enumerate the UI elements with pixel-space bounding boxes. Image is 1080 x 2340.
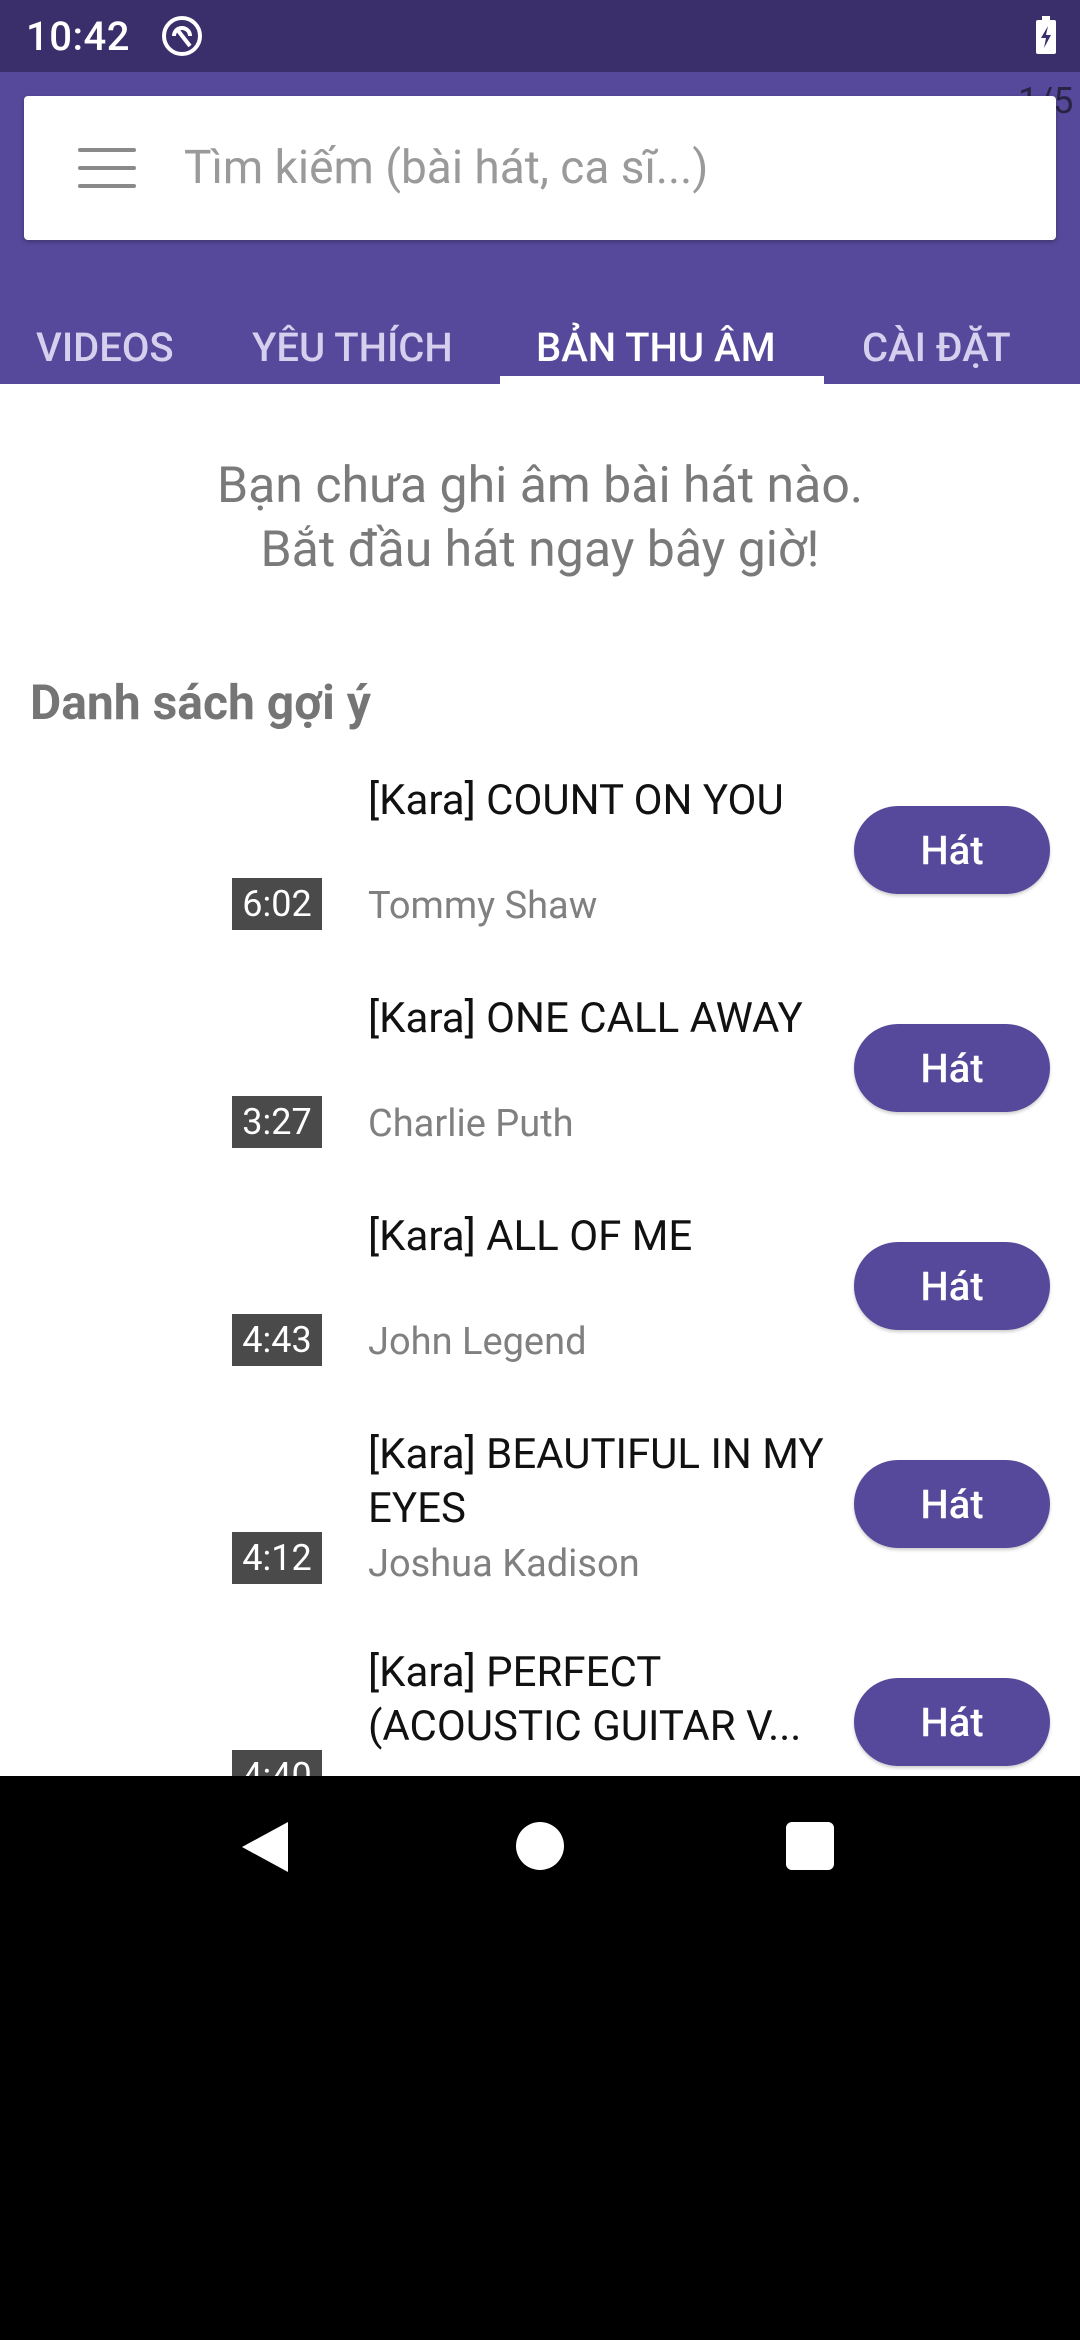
sing-button[interactable]: Hát [854, 1678, 1050, 1766]
song-title: [Kara] COUNT ON YOU [368, 776, 784, 825]
list-item[interactable]: 4:40 [Kara] PERFECT (ACOUSTIC GUITAR V..… [0, 1646, 1080, 1776]
status-time: 10:42 [26, 12, 130, 60]
empty-state-message: Bạn chưa ghi âm bài hát nào. Bắt đầu hát… [0, 454, 1080, 582]
suggestions-title: Danh sách gợi ý [30, 674, 371, 731]
list-item[interactable]: 4:12 [Kara] BEAUTIFUL IN MY EYES Joshua … [0, 1428, 1080, 1646]
list-item[interactable]: 3:27 [Kara] ONE CALL AWAY Charlie Puth H… [0, 992, 1080, 1210]
song-title: [Kara] ONE CALL AWAY [368, 994, 803, 1043]
song-title: [Kara] PERFECT (ACOUSTIC GUITAR V... [368, 1648, 802, 1751]
app-bar: 1/5 VIDEOS YÊU THÍCH BẢN THU ÂM CÀI ĐẶT [0, 72, 1080, 384]
song-artist: Charlie Puth [368, 1102, 574, 1146]
battery-charging-icon [1036, 16, 1056, 54]
duration-badge: 4:12 [232, 1532, 322, 1584]
song-artist: Tommy Shaw [368, 884, 598, 928]
tab-favorites[interactable]: YÊU THÍCH [252, 312, 453, 384]
back-icon[interactable] [240, 1820, 290, 1874]
duration-badge: 6:02 [232, 878, 322, 930]
duration-badge: 3:27 [232, 1096, 322, 1148]
active-tab-indicator [500, 376, 824, 384]
tab-bar: VIDEOS YÊU THÍCH BẢN THU ÂM CÀI ĐẶT [0, 312, 1080, 384]
sing-button[interactable]: Hát [854, 1242, 1050, 1330]
sing-button[interactable]: Hát [854, 1024, 1050, 1112]
search-bar[interactable] [24, 96, 1056, 240]
recordings-content[interactable]: Bạn chưa ghi âm bài hát nào. Bắt đầu hát… [0, 384, 1080, 1776]
tab-recordings[interactable]: BẢN THU ÂM [536, 312, 776, 384]
duration-badge: 4:40 [232, 1750, 322, 1776]
status-bar: 10:42 [0, 0, 1080, 72]
menu-icon[interactable] [78, 148, 136, 188]
song-title: [Kara] ALL OF ME [368, 1212, 693, 1261]
empty-state-line-2: Bắt đầu hát ngay bây giờ! [260, 521, 820, 579]
system-nav-bar [0, 1776, 1080, 1918]
sing-button[interactable]: Hát [854, 806, 1050, 894]
empty-state-line-1: Bạn chưa ghi âm bài hát nào. [216, 457, 864, 515]
list-item[interactable]: 4:43 [Kara] ALL OF ME John Legend Hát [0, 1210, 1080, 1428]
duration-badge: 4:43 [232, 1314, 322, 1366]
tab-videos[interactable]: VIDEOS [36, 312, 174, 384]
search-input[interactable] [184, 128, 1004, 208]
song-artist: Joshua Kadison [368, 1542, 640, 1586]
home-icon[interactable] [516, 1822, 564, 1870]
tab-settings[interactable]: CÀI ĐẶT [862, 312, 1011, 384]
song-title: [Kara] BEAUTIFUL IN MY EYES [368, 1430, 824, 1533]
sing-button[interactable]: Hát [854, 1460, 1050, 1548]
recents-icon[interactable] [786, 1822, 834, 1870]
song-artist: John Legend [368, 1320, 587, 1364]
app-notification-icon [161, 16, 202, 56]
list-item[interactable]: 6:02 [Kara] COUNT ON YOU Tommy Shaw Hát [0, 774, 1080, 992]
